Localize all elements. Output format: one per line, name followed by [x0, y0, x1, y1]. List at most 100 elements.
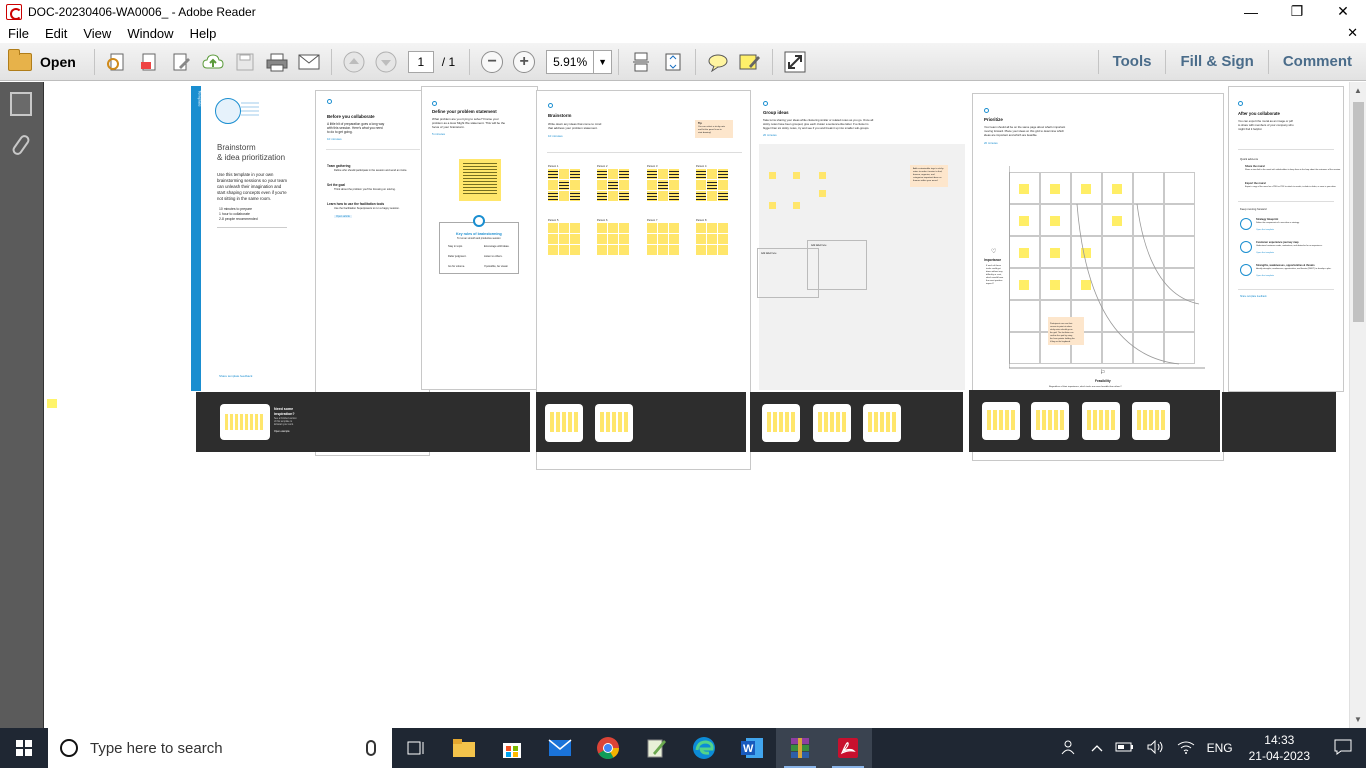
previous-page-icon[interactable]	[340, 48, 368, 76]
blueprint-icon	[1240, 218, 1252, 230]
title-body-line: can unleash their imagination and	[217, 184, 282, 189]
scroll-up-icon[interactable]: ▲	[1350, 82, 1366, 99]
sticky-note-icon[interactable]	[704, 48, 732, 76]
menu-view[interactable]: View	[75, 26, 119, 41]
open-article-link[interactable]: Open article	[334, 215, 352, 218]
document-view[interactable]: Template Brainstorm & idea prioritizatio…	[45, 82, 1349, 728]
toolbar-separator	[772, 48, 774, 75]
maximize-button[interactable]: ❐	[1274, 0, 1320, 23]
taskbar-search[interactable]: Type here to search	[48, 728, 392, 768]
close-document-button[interactable]: ✕	[1347, 25, 1358, 41]
cloud-upload-icon[interactable]	[199, 48, 227, 76]
vertical-scrollbar[interactable]: ▲ ▼	[1349, 82, 1366, 728]
sticky-note	[647, 234, 657, 244]
sticky-note	[696, 245, 706, 255]
title-meta: 2-8 people recommended	[219, 217, 258, 221]
group-label[interactable]: Add label here	[811, 244, 826, 247]
menu-help[interactable]: Help	[182, 26, 225, 41]
next-page-icon[interactable]	[372, 48, 400, 76]
sticky-note	[718, 234, 728, 244]
card-content	[818, 412, 846, 432]
volume-icon[interactable]	[1141, 739, 1171, 757]
sticky-note	[696, 180, 706, 190]
chevron-up-icon[interactable]	[1085, 741, 1109, 755]
sticky-note	[793, 202, 800, 209]
microphone-icon[interactable]	[366, 740, 376, 756]
step-title: Set the goal	[327, 183, 346, 187]
open-template-link[interactable]: Open the template	[1256, 229, 1274, 231]
open-template-link[interactable]: Open the template	[1256, 275, 1274, 277]
task-view-icon[interactable]	[392, 728, 440, 768]
heart-icon: ♡	[991, 249, 997, 255]
zoom-select[interactable]: 5.91% ▼	[546, 49, 613, 74]
tip-text: themes within your mural.	[913, 180, 938, 182]
email-icon[interactable]	[295, 48, 323, 76]
inspiration-text: See a finished version	[274, 418, 297, 420]
menu-window[interactable]: Window	[119, 26, 181, 41]
tab-fill-sign[interactable]: Fill & Sign	[1165, 50, 1267, 74]
microsoft-store-icon[interactable]	[488, 728, 536, 768]
open-example-link[interactable]: Open example	[274, 430, 290, 433]
define-problem-panel: Define your problem statement What probl…	[421, 86, 538, 390]
menu-edit[interactable]: Edit	[37, 26, 75, 41]
scrolling-mode-icon[interactable]	[627, 48, 655, 76]
before-heading: Before you collaborate	[327, 114, 375, 119]
export-pdf-icon[interactable]	[135, 48, 163, 76]
full-screen-icon[interactable]	[781, 48, 809, 76]
create-pdf-icon[interactable]	[103, 48, 131, 76]
notepad-icon[interactable]	[632, 728, 680, 768]
word-icon[interactable]: W	[728, 728, 776, 768]
define-heading: Define your problem statement	[432, 109, 497, 114]
scroll-thumb[interactable]	[1353, 102, 1364, 322]
wifi-icon[interactable]	[1171, 740, 1201, 757]
zoom-in-button[interactable]: +	[513, 50, 536, 73]
share-feedback-link[interactable]: Share template feedback	[219, 374, 252, 378]
open-button[interactable]: Open	[8, 48, 76, 71]
rule-item: If possible, be visual.	[484, 265, 509, 268]
rules-sub: To run an smooth and productive session	[457, 237, 501, 240]
brainstorm-heading: Brainstorm	[548, 113, 572, 118]
print-icon[interactable]	[263, 48, 291, 76]
winrar-icon[interactable]	[776, 728, 824, 768]
mail-icon[interactable]	[536, 728, 584, 768]
next-text: Identify strengths, weaknesses, opportun…	[1256, 268, 1332, 270]
sticky-note	[718, 191, 728, 201]
sticky-note	[696, 191, 706, 201]
attachments-icon[interactable]	[10, 133, 32, 157]
battery-icon[interactable]	[1109, 741, 1141, 756]
highlight-icon[interactable]	[736, 48, 764, 76]
zoom-out-button[interactable]: −	[481, 50, 504, 73]
edit-pdf-icon[interactable]	[167, 48, 195, 76]
menu-file[interactable]: File	[0, 26, 37, 41]
adobe-reader-icon[interactable]	[824, 728, 872, 768]
title-heading-1: Brainstorm	[217, 143, 256, 152]
language-indicator[interactable]: ENG	[1201, 741, 1239, 755]
notifications-icon[interactable]	[1320, 739, 1366, 758]
tip-box: Participants can use their cursors to po…	[1048, 317, 1084, 345]
clock-date: 21-04-2023	[1248, 749, 1310, 763]
tab-tools[interactable]: Tools	[1097, 50, 1166, 74]
sticky-note	[819, 172, 826, 179]
open-template-link[interactable]: Open the template	[1256, 252, 1274, 254]
file-explorer-icon[interactable]	[440, 728, 488, 768]
sticky-note	[608, 245, 618, 255]
page-thumbnails-icon[interactable]	[10, 92, 32, 116]
page-number-input[interactable]: 1	[407, 50, 434, 73]
start-button[interactable]	[0, 728, 48, 768]
group-label[interactable]: Add label here	[761, 252, 776, 255]
chrome-icon[interactable]	[584, 728, 632, 768]
sticky-note	[619, 180, 629, 190]
clock[interactable]: 14:33 21-04-2023	[1239, 732, 1320, 764]
person-label: Person 4	[696, 165, 707, 168]
scroll-down-icon[interactable]: ▼	[1350, 711, 1366, 728]
chevron-down-icon[interactable]: ▼	[593, 50, 611, 73]
edge-icon[interactable]	[680, 728, 728, 768]
fit-page-icon[interactable]	[659, 48, 687, 76]
system-tray: ENG 14:33 21-04-2023	[1055, 728, 1366, 768]
close-button[interactable]: ✕	[1320, 0, 1366, 23]
save-icon[interactable]	[231, 48, 259, 76]
tab-comment[interactable]: Comment	[1267, 50, 1366, 74]
share-feedback-link[interactable]: Share template feedback	[1240, 295, 1267, 298]
people-icon[interactable]	[1055, 739, 1085, 758]
minimize-button[interactable]: —	[1228, 0, 1274, 23]
